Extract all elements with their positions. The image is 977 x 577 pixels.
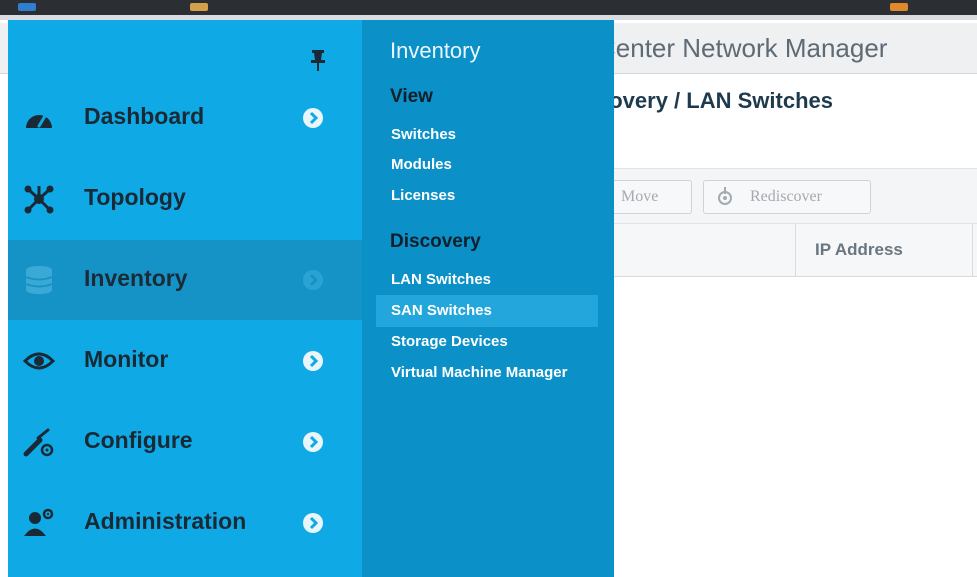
menu-item-licenses[interactable]: Licenses	[391, 187, 455, 204]
page-title: covery / LAN Switches	[597, 88, 833, 113]
wrench-icon	[22, 426, 56, 458]
app-title: Center Network Manager	[597, 33, 888, 63]
menu-item-storage-devices[interactable]: Storage Devices	[391, 333, 508, 350]
nav-item-label: Dashboard	[84, 103, 205, 129]
flyout-title: Inventory	[390, 38, 481, 63]
rediscover-icon	[716, 181, 734, 225]
menu-item-lan-switches[interactable]: LAN Switches	[391, 271, 491, 288]
menu-item-switches[interactable]: Switches	[391, 126, 456, 143]
nav-item-label: Topology	[84, 184, 186, 210]
chevron-right-icon	[303, 432, 323, 452]
chevron-right-icon	[303, 351, 323, 371]
menu-item-san-switches[interactable]: SAN Switches	[391, 302, 492, 319]
rediscover-button-label: Rediscover	[750, 188, 822, 205]
nav-item-monitor[interactable]: Monitor	[8, 321, 362, 401]
chevron-right-icon	[303, 513, 323, 533]
nav-item-administration[interactable]: Administration	[8, 483, 362, 563]
menu-item-virtual-machine-manager[interactable]: Virtual Machine Manager	[391, 364, 567, 381]
nav-item-label: Configure	[84, 427, 193, 453]
nav-item-dashboard[interactable]: Dashboard	[8, 78, 362, 158]
chevron-right-icon	[303, 270, 323, 290]
browser-top-strip	[0, 0, 977, 20]
dashboard-icon	[22, 102, 56, 134]
section-heading-discovery: Discovery	[390, 231, 481, 252]
nav-item-label: Inventory	[84, 265, 188, 291]
nav-item-label: Administration	[84, 508, 247, 534]
database-icon	[22, 264, 56, 296]
rediscover-button[interactable]: Rediscover	[703, 180, 871, 214]
column-divider	[795, 224, 796, 276]
pin-icon[interactable]	[308, 48, 328, 72]
eye-icon	[22, 345, 56, 377]
column-divider	[972, 224, 973, 276]
nav-item-configure[interactable]: Configure	[8, 402, 362, 482]
section-heading-view: View	[390, 86, 433, 107]
user-gear-icon	[22, 507, 56, 539]
chevron-right-icon	[303, 108, 323, 128]
move-button-label: Move	[621, 188, 659, 205]
menu-item-modules[interactable]: Modules	[391, 156, 452, 173]
table-header	[597, 224, 977, 277]
nav-item-label: Monitor	[84, 346, 169, 372]
column-header-ip-address[interactable]: IP Address	[815, 240, 903, 260]
nav-item-topology[interactable]: Topology	[8, 159, 362, 239]
topology-icon	[22, 183, 56, 215]
nav-item-inventory[interactable]: Inventory	[8, 240, 362, 320]
